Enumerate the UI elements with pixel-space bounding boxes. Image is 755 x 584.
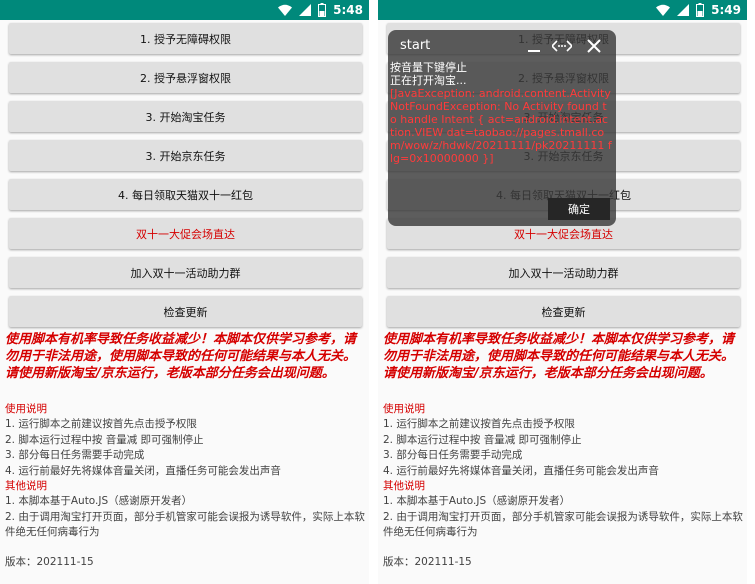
usage-item: 2. 脚本运行过程中按 音量减 即可强制停止 <box>383 433 582 446</box>
minimize-icon[interactable] <box>524 36 544 56</box>
start-taobao-task-button[interactable]: 3. 开始淘宝任务 <box>9 101 362 132</box>
start-jd-task-button[interactable]: 3. 开始京东任务 <box>9 140 362 171</box>
grant-overlay-button[interactable]: 2. 授予悬浮窗权限 <box>9 62 362 93</box>
grant-accessibility-button[interactable]: 1. 授予无障碍权限 <box>9 23 362 54</box>
screen-after: 5:49 1. 授予无障碍权限 2. 授予悬浮窗权限 3. 开始淘宝任务 3. … <box>378 0 747 584</box>
version-text: 版本：202111-15 <box>383 555 472 568</box>
screenshot-divider <box>371 0 376 584</box>
other-item: 1. 本脚本基于Auto.JS（感谢原开发者） <box>5 495 193 508</box>
usage-item: 3. 部分每日任务需要手动完成 <box>5 449 145 462</box>
double11-venue-button[interactable]: 双十一大促会场直达 <box>9 218 362 249</box>
confirm-button[interactable]: 确定 <box>548 198 610 220</box>
usage-heading: 使用说明 <box>5 403 47 415</box>
status-time: 5:48 <box>333 3 363 17</box>
move-icon[interactable] <box>550 36 574 56</box>
wifi-icon <box>656 4 671 16</box>
other-heading: 其他说明 <box>383 480 425 493</box>
usage-item: 1. 运行脚本之前建议按首先点击授予权限 <box>383 418 575 431</box>
wifi-icon <box>278 4 293 16</box>
usage-item: 3. 部分每日任务需要手动完成 <box>383 449 523 462</box>
check-update-button[interactable]: 检查更新 <box>387 296 740 327</box>
usage-item: 4. 运行前最好先将媒体音量关闭，直播任务可能会发出声音 <box>383 464 659 477</box>
error-message: [JavaException: android.content.Activity… <box>390 87 612 165</box>
other-item: 1. 本脚本基于Auto.JS（感谢原开发者） <box>383 495 571 508</box>
signal-icon <box>299 4 312 16</box>
dialog-title: start <box>400 38 431 53</box>
usage-item: 4. 运行前最好先将媒体音量关闭，直播任务可能会发出声音 <box>5 464 281 477</box>
battery-icon <box>696 3 705 17</box>
log-line: 按音量下键停止 <box>390 61 467 74</box>
status-time: 5:49 <box>711 3 741 17</box>
join-group-button[interactable]: 加入双十一活动助力群 <box>387 257 740 288</box>
usage-heading: 使用说明 <box>383 403 425 415</box>
version-text: 版本：202111-15 <box>5 555 94 568</box>
daily-tmall-redpacket-button[interactable]: 4. 每日领取天猫双十一红包 <box>9 179 362 210</box>
usage-item: 1. 运行脚本之前建议按首先点击授予权限 <box>5 418 197 431</box>
other-item: 2. 由于调用淘宝打开页面，部分手机管家可能会误报为诱导软件，实际上本软件绝无任… <box>5 510 365 539</box>
console-dialog: start 按音量下键停止 正在打开淘宝... [JavaException: … <box>388 30 616 226</box>
join-group-button[interactable]: 加入双十一活动助力群 <box>9 257 362 288</box>
log-line: 正在打开淘宝... <box>390 74 467 87</box>
other-item: 2. 由于调用淘宝打开页面，部分手机管家可能会误报为诱导软件，实际上本软件绝无任… <box>383 510 743 539</box>
battery-icon <box>318 3 327 17</box>
disclaimer-text: 使用脚本有机率导致任务收益减少！本脚本仅供学习参考，请勿用于非法用途，使用脚本导… <box>383 332 735 381</box>
instructions: 使用说明 1. 运行脚本之前建议按首先点击授予权限 2. 脚本运行过程中按 音量… <box>383 402 747 570</box>
check-update-button[interactable]: 检查更新 <box>9 296 362 327</box>
close-icon[interactable] <box>584 36 604 56</box>
status-bar: 5:48 <box>0 0 369 20</box>
usage-item: 2. 脚本运行过程中按 音量减 即可强制停止 <box>5 433 204 446</box>
console-log: 按音量下键停止 正在打开淘宝... [JavaException: androi… <box>390 61 612 165</box>
disclaimer-text: 使用脚本有机率导致任务收益减少！本脚本仅供学习参考，请勿用于非法用途，使用脚本导… <box>5 332 357 381</box>
screen-before: 5:48 1. 授予无障碍权限 2. 授予悬浮窗权限 3. 开始淘宝任务 3. … <box>0 0 369 584</box>
status-bar: 5:49 <box>378 0 747 20</box>
signal-icon <box>677 4 690 16</box>
instructions: 使用说明 1. 运行脚本之前建议按首先点击授予权限 2. 脚本运行过程中按 音量… <box>5 402 369 570</box>
other-heading: 其他说明 <box>5 480 47 493</box>
